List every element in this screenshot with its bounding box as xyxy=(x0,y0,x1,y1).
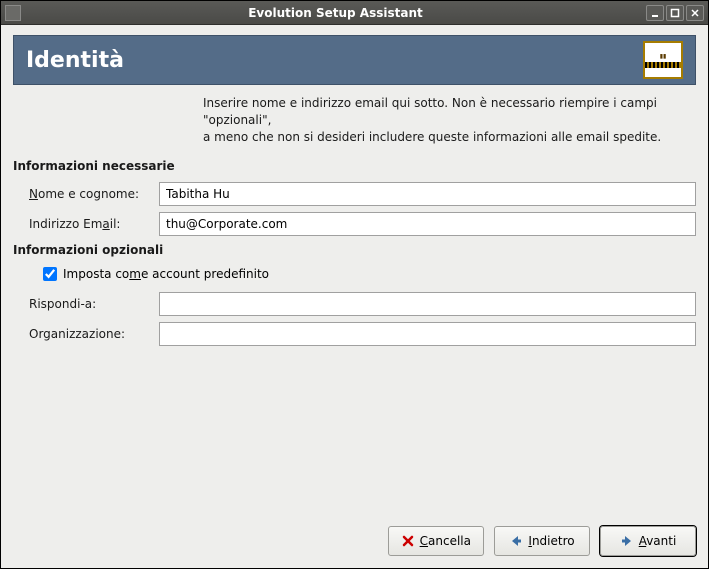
minimize-button[interactable] xyxy=(646,5,664,21)
required-section-header: Informazioni necessarie xyxy=(13,159,696,173)
back-arrow-icon xyxy=(509,534,523,548)
default-account-row: Imposta come account predefinito xyxy=(43,267,696,281)
organization-input[interactable] xyxy=(159,322,696,346)
window-title: Evolution Setup Assistant xyxy=(25,6,646,20)
intro-text: Inserire nome e indirizzo email qui sott… xyxy=(203,95,696,145)
page-title: Identità xyxy=(26,48,124,73)
back-button[interactable]: Indietro xyxy=(494,526,590,556)
cancel-icon xyxy=(401,534,415,548)
cancel-button[interactable]: Cancella xyxy=(388,526,484,556)
replyto-input[interactable] xyxy=(159,292,696,316)
maximize-button[interactable] xyxy=(666,5,684,21)
wizard-logo: ▮▮ xyxy=(643,41,683,79)
intro-line2: a meno che non si desideri includere que… xyxy=(203,129,696,146)
close-button[interactable] xyxy=(686,5,704,21)
replyto-label: Rispondi-a: xyxy=(29,297,159,311)
content-area: Identità ▮▮ Inserire nome e indirizzo em… xyxy=(1,25,708,516)
replyto-row: Rispondi-a: xyxy=(29,292,696,316)
organization-label: Organizzazione: xyxy=(29,327,159,341)
email-label: Indirizzo Email: xyxy=(29,217,159,231)
button-bar: Cancella Indietro Avanti xyxy=(1,516,708,568)
default-account-label: Imposta come account predefinito xyxy=(63,267,269,281)
page-header: Identità ▮▮ xyxy=(13,35,696,85)
fullname-row: Nome e cognome: xyxy=(29,182,696,206)
email-input[interactable] xyxy=(159,212,696,236)
email-row: Indirizzo Email: xyxy=(29,212,696,236)
setup-assistant-window: Evolution Setup Assistant Identità ▮▮ In… xyxy=(0,0,709,569)
fullname-label: Nome e cognome: xyxy=(29,187,159,201)
forward-arrow-icon xyxy=(620,534,634,548)
titlebar[interactable]: Evolution Setup Assistant xyxy=(1,1,708,25)
default-account-checkbox[interactable] xyxy=(43,267,57,281)
fullname-input[interactable] xyxy=(159,182,696,206)
app-icon xyxy=(5,5,21,21)
organization-row: Organizzazione: xyxy=(29,322,696,346)
optional-section-header: Informazioni opzionali xyxy=(13,243,696,257)
forward-button[interactable]: Avanti xyxy=(600,526,696,556)
intro-line1: Inserire nome e indirizzo email qui sott… xyxy=(203,95,696,129)
